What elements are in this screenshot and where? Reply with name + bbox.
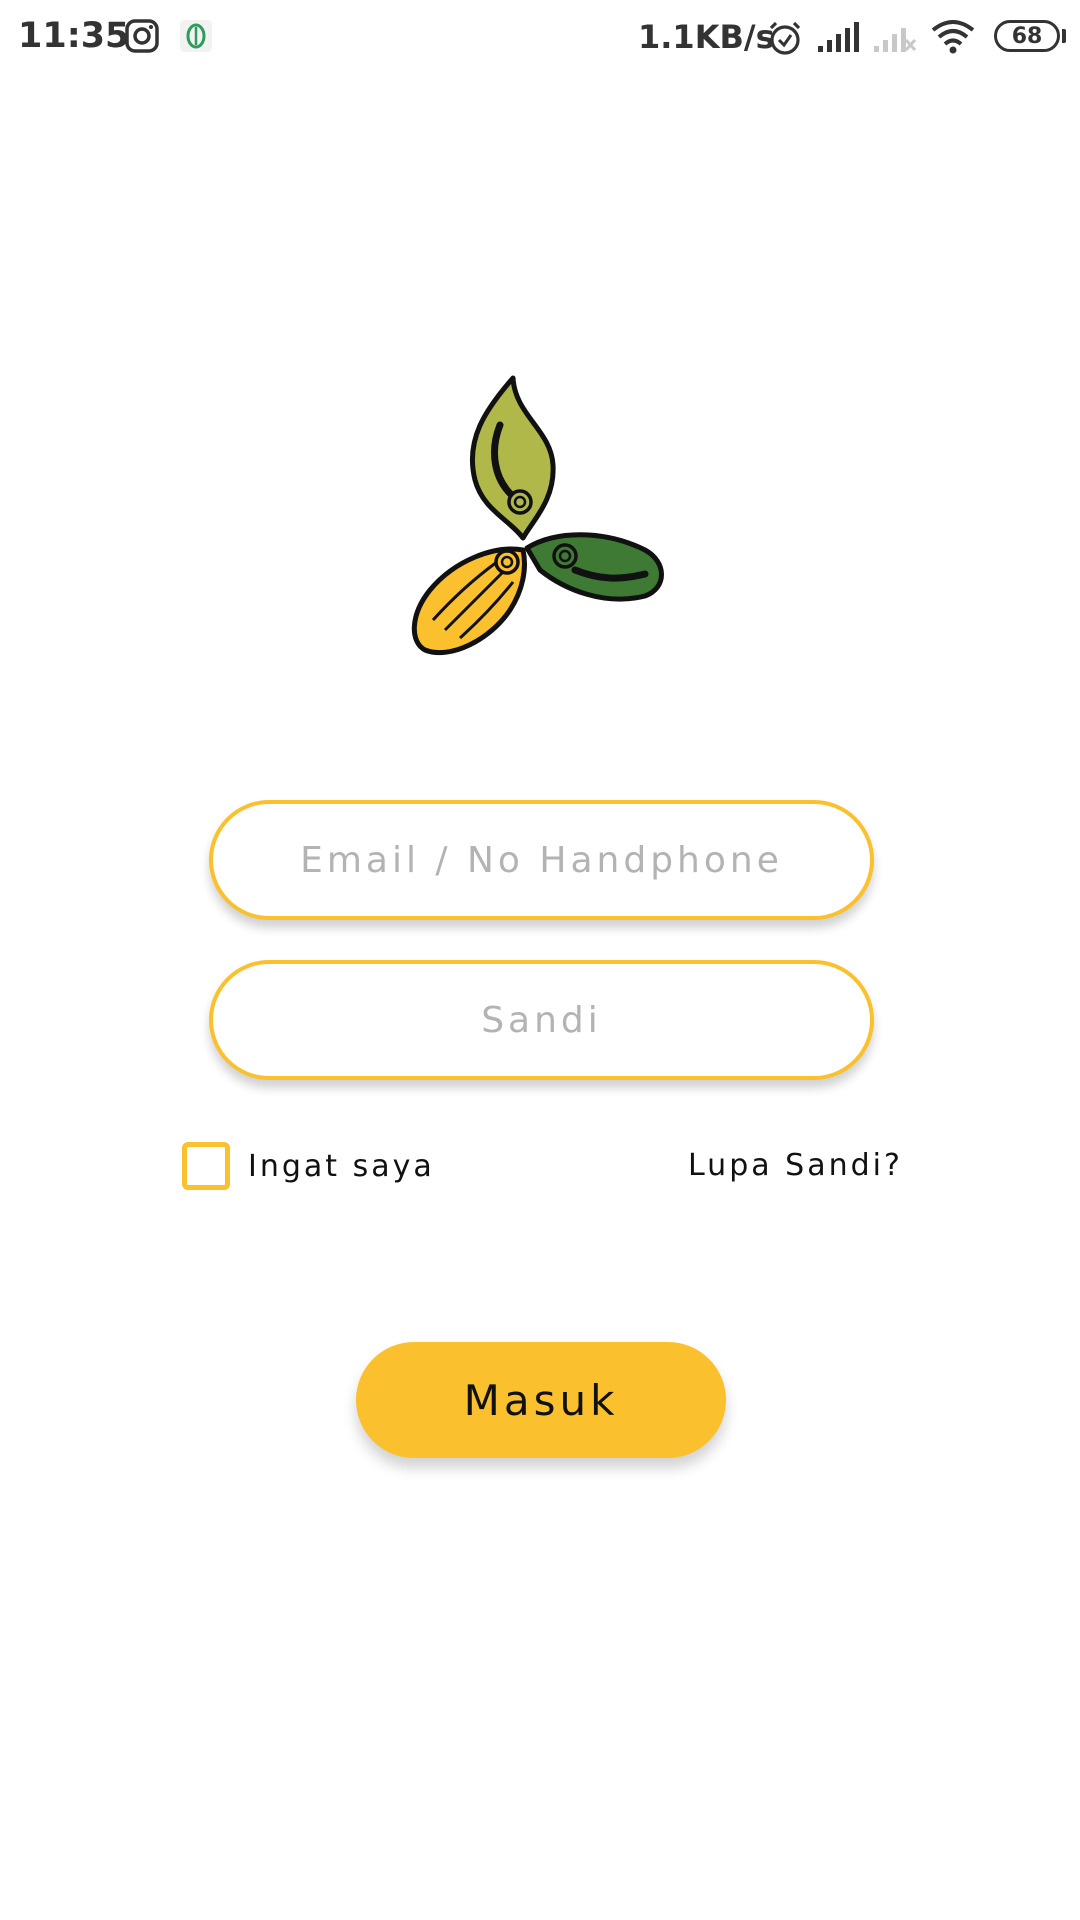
- app-notification-icon: [178, 18, 214, 58]
- instagram-icon: [124, 18, 160, 58]
- three-leaf-pod-logo-icon: [411, 375, 664, 656]
- status-bar: 11:35 1.1KB/s 68: [0, 0, 1080, 80]
- email-field[interactable]: [209, 800, 874, 920]
- remember-me-option[interactable]: Ingat saya: [182, 1142, 435, 1190]
- email-input[interactable]: [243, 838, 840, 882]
- wifi-icon: [930, 18, 976, 58]
- signal-icon: [816, 20, 860, 58]
- login-button[interactable]: Masuk: [356, 1342, 726, 1458]
- remember-me-checkbox[interactable]: [182, 1142, 230, 1190]
- login-screen: 11:35 1.1KB/s 68 Email / No Handphone In…: [0, 0, 1080, 1920]
- battery-tip: [1062, 29, 1066, 43]
- battery-indicator: 68: [994, 20, 1060, 52]
- password-field[interactable]: [209, 960, 874, 1080]
- signal-no-service-icon: [872, 20, 917, 58]
- network-speed: 1.1KB/s: [638, 18, 775, 56]
- status-time: 11:35: [18, 16, 130, 56]
- password-input[interactable]: [243, 998, 840, 1042]
- forgot-password-link[interactable]: Lupa Sandi?: [688, 1148, 903, 1183]
- app-logo: [405, 370, 675, 660]
- alarm-icon: [766, 20, 804, 60]
- battery-level: 68: [1011, 23, 1043, 49]
- remember-me-label: Ingat saya: [248, 1148, 435, 1184]
- login-button-label: Masuk: [463, 1375, 619, 1425]
